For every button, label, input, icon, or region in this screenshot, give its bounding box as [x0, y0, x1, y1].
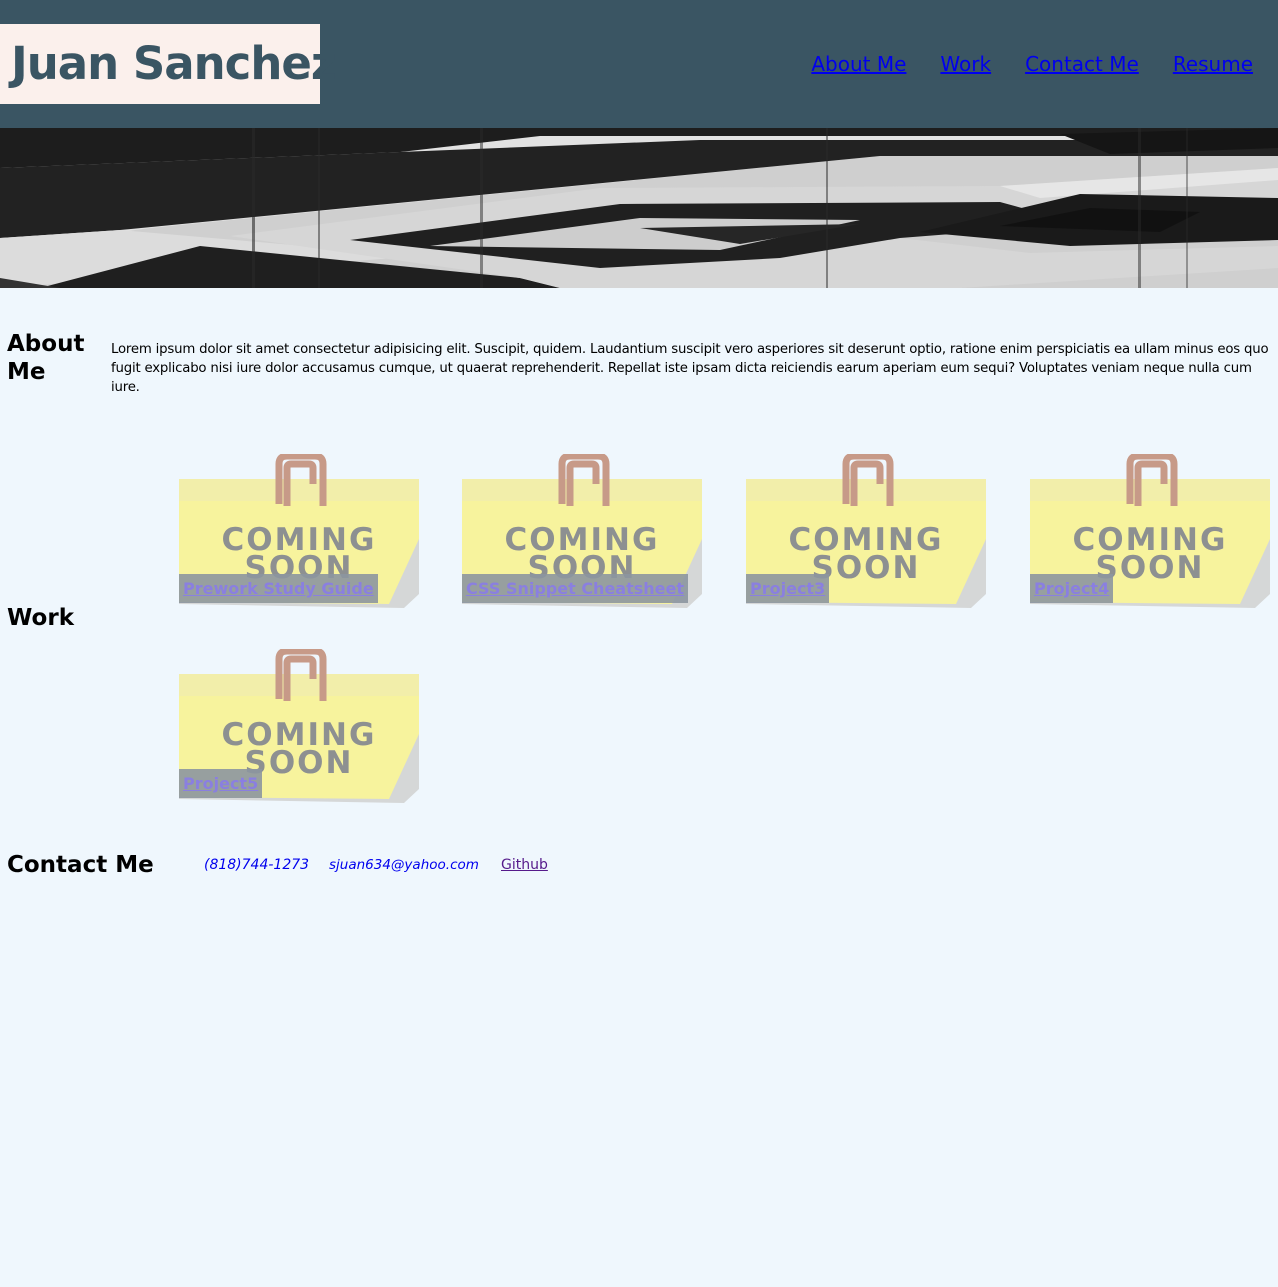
about-title: About Me: [7, 331, 85, 385]
project-card: COMING SOON Prework Study Guide: [179, 454, 419, 614]
project-card: COMING SOON CSS Snippet Cheatsheet: [462, 454, 702, 614]
nav-link-contact[interactable]: Contact Me: [1025, 51, 1139, 77]
project-link[interactable]: Project5: [179, 769, 263, 798]
contact-title: Contact Me: [7, 852, 154, 878]
hero-image: [0, 128, 1278, 288]
project-link[interactable]: CSS Snippet Cheatsheet: [462, 574, 689, 603]
work-title: Work: [7, 605, 74, 631]
project-card: COMING SOON Project4: [1030, 454, 1270, 614]
github-link[interactable]: Github: [501, 856, 548, 874]
site-name: Juan Sanchez: [0, 24, 337, 104]
nav-link-about[interactable]: About Me: [811, 51, 906, 77]
about-text: Lorem ipsum dolor sit amet consectetur a…: [111, 342, 1269, 395]
project-card: COMING SOON Project5: [179, 649, 419, 809]
nav-link-work[interactable]: Work: [940, 51, 991, 77]
project-card: COMING SOON Project3: [746, 454, 986, 614]
project-link[interactable]: Prework Study Guide: [179, 574, 378, 603]
project-link[interactable]: Project3: [746, 574, 830, 603]
nav-link-resume[interactable]: Resume: [1173, 51, 1253, 77]
site-header: Juan Sanchez About Me Work Contact Me Re…: [0, 0, 1278, 128]
contact-phone[interactable]: (818)744-1273: [204, 856, 309, 874]
project-link[interactable]: Project4: [1030, 574, 1114, 603]
main-nav: About Me Work Contact Me Resume: [811, 51, 1253, 77]
contact-email[interactable]: sjuan634@yahoo.com: [329, 856, 479, 874]
